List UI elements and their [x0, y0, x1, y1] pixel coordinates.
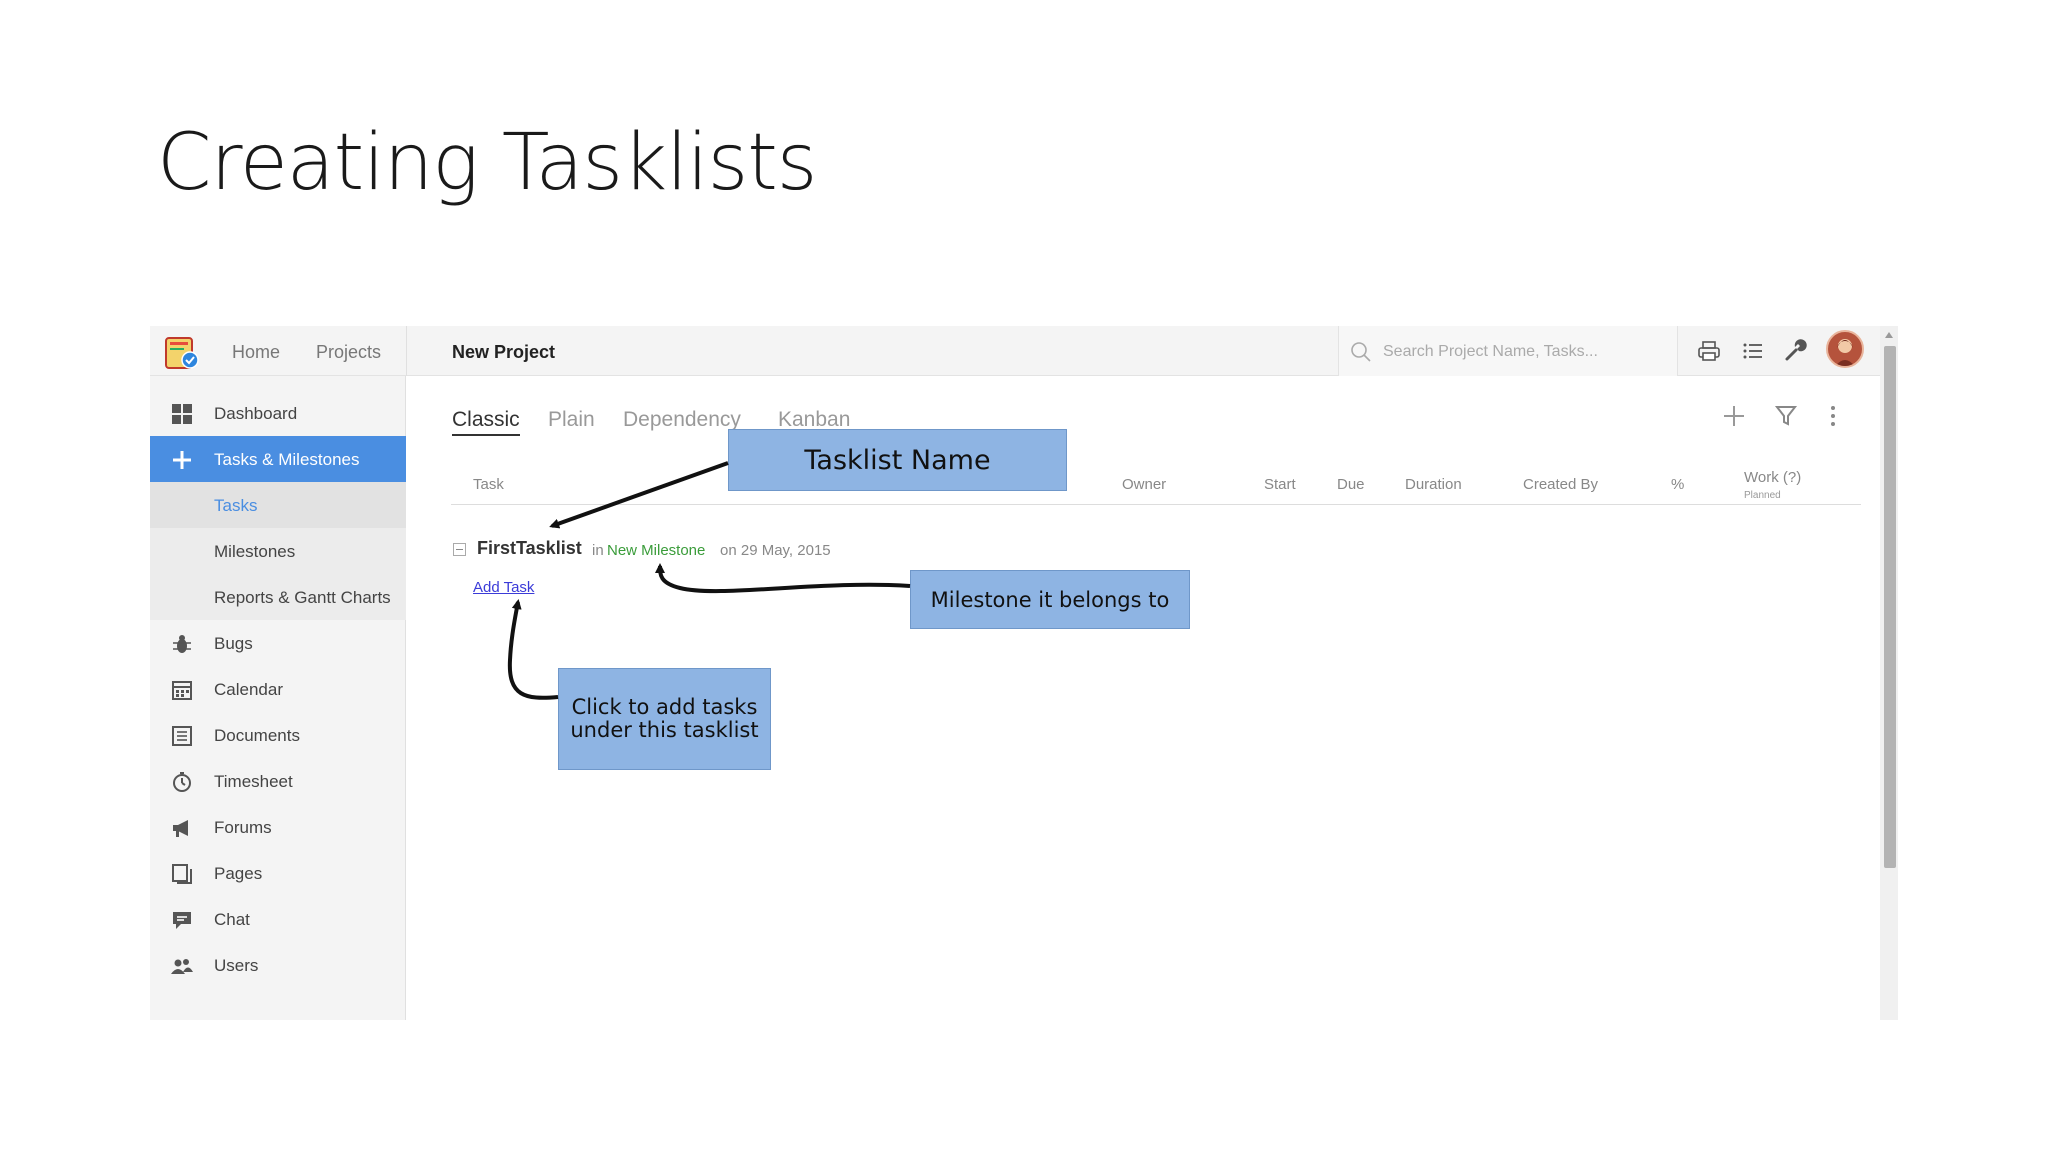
callout-tasklist-name: Tasklist Name — [728, 429, 1067, 491]
nav-projects-link[interactable]: Projects — [316, 342, 381, 363]
sidebar-item-label: Bugs — [214, 634, 253, 653]
sidebar-item-calendar[interactable]: Calendar — [150, 666, 406, 712]
wrench-icon[interactable] — [1782, 338, 1808, 364]
avatar-icon — [1835, 339, 1855, 366]
sidebar-item-timesheet[interactable]: Timesheet — [150, 758, 406, 804]
sidebar-item-label: Timesheet — [214, 772, 293, 791]
add-icon[interactable] — [1720, 402, 1748, 430]
sidebar-item-label: Users — [214, 956, 259, 975]
add-task-link[interactable]: Add Task — [473, 579, 534, 596]
sidebar-item-reports[interactable]: Reports & Gantt Charts — [150, 574, 406, 620]
print-icon[interactable] — [1696, 338, 1722, 364]
list-view-icon[interactable] — [1740, 338, 1766, 364]
callout-add-task: Click to add tasks under this tasklist — [558, 668, 771, 770]
plus-icon — [173, 451, 191, 469]
tab-dependency[interactable]: Dependency — [623, 408, 741, 432]
app-logo-icon[interactable] — [162, 332, 202, 372]
tasklist-date: on 29 May, 2015 — [720, 542, 831, 559]
pages-icon — [172, 864, 192, 884]
sidebar-item-label: Reports & Gantt Charts — [214, 588, 391, 607]
column-header-task[interactable]: Task — [473, 476, 504, 493]
column-header-start[interactable]: Start — [1264, 476, 1296, 493]
sidebar-item-bugs[interactable]: Bugs — [150, 620, 406, 666]
user-avatar[interactable] — [1826, 330, 1864, 368]
sidebar-item-label: Forums — [214, 818, 272, 837]
vertical-scrollbar[interactable] — [1880, 326, 1898, 1020]
column-header-work[interactable]: Work (?) — [1744, 469, 1801, 486]
sidebar-item-pages[interactable]: Pages — [150, 850, 406, 896]
tab-classic[interactable]: Classic — [452, 408, 520, 436]
scrollbar-thumb[interactable] — [1884, 346, 1896, 868]
slide-title: Creating Tasklists — [157, 118, 817, 208]
tab-plain[interactable]: Plain — [548, 408, 595, 432]
divider — [406, 326, 407, 376]
sidebar-item-forums[interactable]: Forums — [150, 804, 406, 850]
sidebar-item-milestones[interactable]: Milestones — [150, 528, 406, 574]
sidebar-item-label: Documents — [214, 726, 300, 745]
nav-home-link[interactable]: Home — [232, 342, 280, 363]
chat-icon — [173, 912, 191, 929]
sidebar-item-chat[interactable]: Chat — [150, 896, 406, 942]
tasklist-name[interactable]: FirstTasklist — [477, 538, 582, 559]
column-header-duration[interactable]: Duration — [1405, 476, 1462, 493]
bug-icon — [173, 635, 191, 653]
sidebar-item-documents[interactable]: Documents — [150, 712, 406, 758]
project-name[interactable]: New Project — [452, 342, 555, 363]
column-header-created-by[interactable]: Created By — [1523, 476, 1598, 493]
search-input[interactable]: Search Project Name, Tasks... — [1338, 326, 1678, 376]
sidebar-item-users[interactable]: Users — [150, 942, 406, 988]
sidebar-item-label: Chat — [214, 910, 250, 929]
search-placeholder: Search Project Name, Tasks... — [1383, 343, 1598, 360]
filter-icon[interactable] — [1772, 402, 1800, 430]
sidebar-item-label: Pages — [214, 864, 263, 883]
sidebar-item-tasks[interactable]: Tasks — [150, 482, 406, 528]
tasklist-in-label: in — [592, 542, 604, 559]
sidebar-item-tasks-milestones[interactable]: Tasks & Milestones — [150, 436, 406, 482]
sidebar-item-label: Tasks — [214, 496, 258, 515]
scroll-up-arrow-icon[interactable] — [1885, 332, 1893, 338]
document-icon — [172, 726, 192, 746]
sidebar-item-label: Milestones — [214, 542, 296, 561]
calendar-icon — [172, 681, 192, 700]
sidebar-item-label: Calendar — [214, 680, 283, 699]
header-divider — [451, 504, 1861, 505]
tasklist-milestone-link[interactable]: New Milestone — [607, 542, 705, 559]
megaphone-icon — [173, 820, 188, 837]
sidebar-item-label: Tasks & Milestones — [214, 450, 360, 469]
top-bar: Home Projects New Project Search Project… — [150, 326, 1880, 376]
column-header-percent[interactable]: % — [1671, 476, 1684, 493]
column-subheader-planned: Planned — [1744, 490, 1781, 501]
search-icon — [1351, 342, 1371, 362]
column-header-owner[interactable]: Owner — [1122, 476, 1166, 493]
collapse-toggle-icon[interactable] — [453, 543, 466, 556]
callout-milestone: Milestone it belongs to — [910, 570, 1190, 629]
sidebar: Dashboard Tasks & Milestones Tasks Miles… — [150, 376, 406, 1020]
more-options-icon[interactable] — [1819, 402, 1847, 430]
stopwatch-icon — [173, 772, 191, 792]
sidebar-item-label: Dashboard — [214, 404, 298, 423]
sidebar-item-dashboard[interactable]: Dashboard — [150, 390, 406, 436]
column-header-due[interactable]: Due — [1337, 476, 1365, 493]
dashboard-icon — [172, 404, 192, 424]
users-icon — [171, 959, 193, 974]
